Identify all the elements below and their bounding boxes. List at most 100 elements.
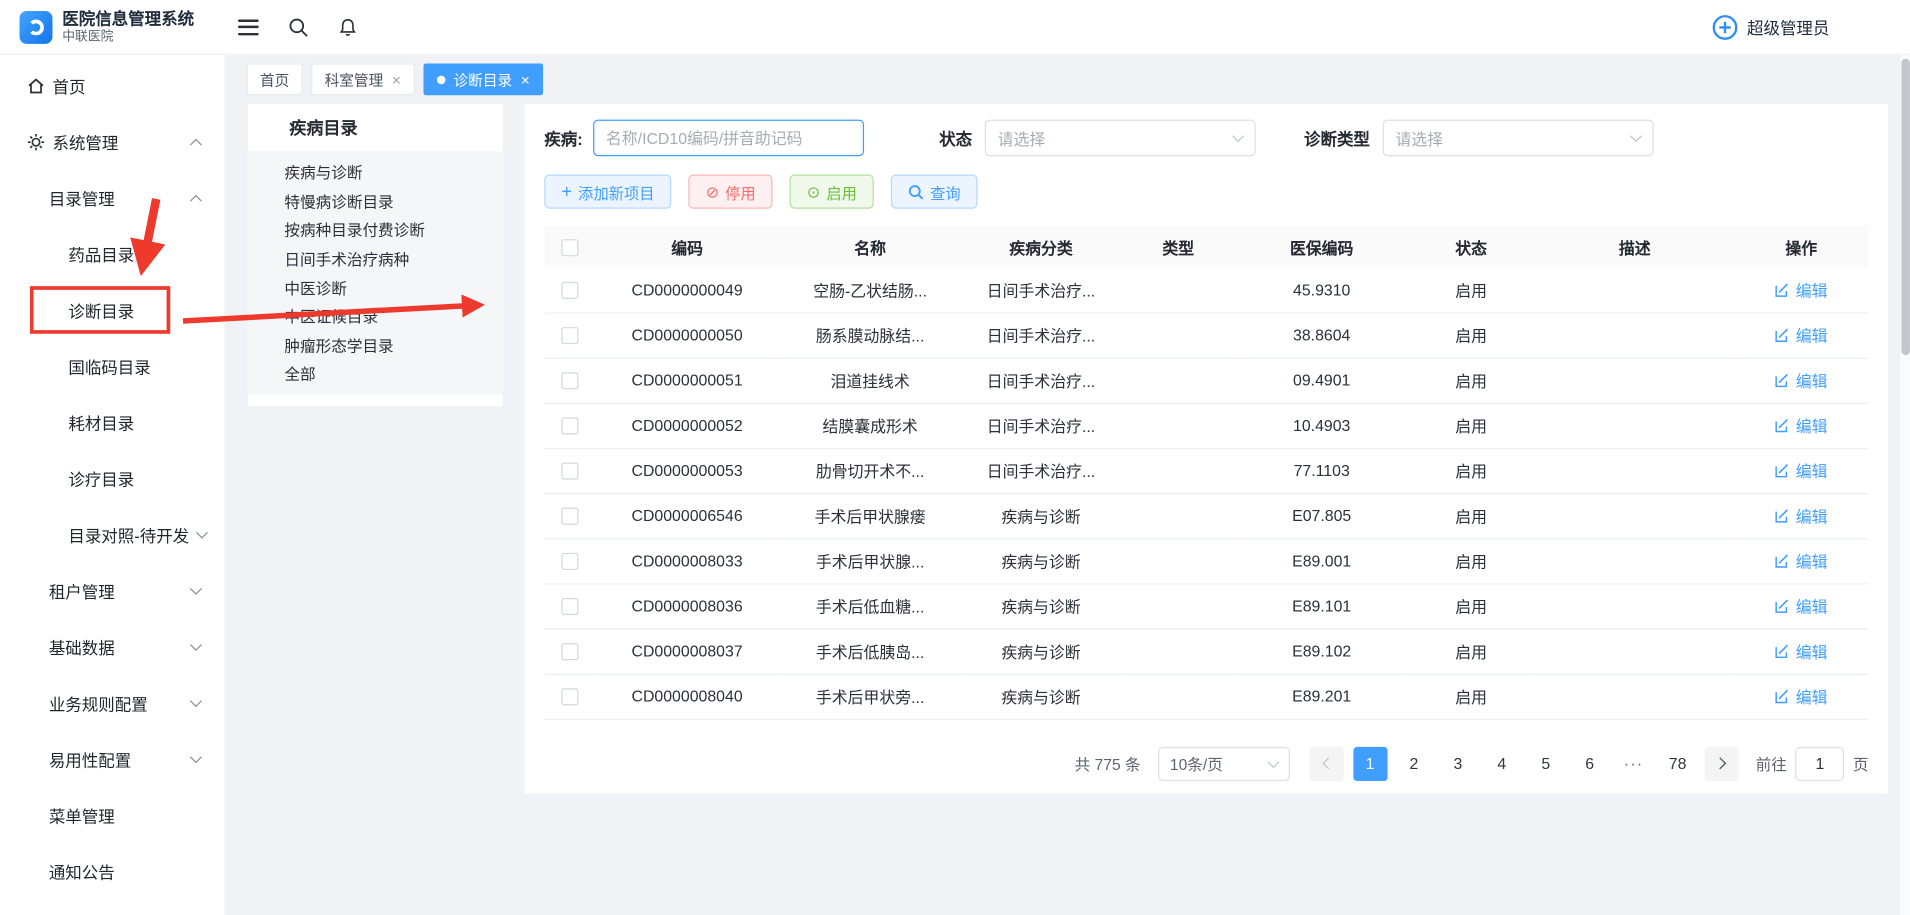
edit-button[interactable]: 编辑 [1775,369,1827,392]
category-item[interactable]: 中医证候目录 [248,301,503,330]
page-button-1[interactable]: 1 [1353,746,1387,780]
add-item-button[interactable]: + 添加新项目 [544,175,671,209]
sidebar-item-base-data[interactable]: 基础数据 [0,619,225,675]
sidebar-item-treatment-catalog[interactable]: 诊疗目录 [0,450,225,506]
prev-page-button[interactable] [1309,746,1343,780]
edit-button[interactable]: 编辑 [1775,278,1827,301]
edit-button[interactable]: 编辑 [1775,504,1827,527]
search-icon [288,16,309,37]
diagnosis-type-select[interactable]: 请选择 [1382,120,1653,157]
edit-button[interactable]: 编辑 [1775,549,1827,572]
pagination-ellipsis[interactable]: ··· [1617,746,1651,780]
cell-code: CD0000008033 [596,538,779,583]
page-button-3[interactable]: 3 [1441,746,1475,780]
edit-button[interactable]: 编辑 [1775,685,1827,708]
query-button[interactable]: 查询 [891,175,978,209]
cell-category: 日间手术治疗... [962,403,1121,448]
table-header-row: 编码 名称 疾病分类 类型 医保编码 状态 描述 操作 [544,226,1868,267]
row-checkbox[interactable] [561,327,578,344]
sidebar-item-catalog-mgmt[interactable]: 目录管理 [0,170,225,226]
sidebar-item-menu-mgmt[interactable]: 菜单管理 [0,787,225,843]
menu-collapse-button[interactable] [238,19,259,35]
edit-button[interactable]: 编辑 [1775,639,1827,662]
sidebar-item-business-rules[interactable]: 业务规则配置 [0,675,225,731]
user-menu[interactable]: 超级管理员 [1710,13,1829,41]
row-checkbox[interactable] [561,418,578,435]
row-checkbox[interactable] [561,282,578,299]
circle-check-icon: ⊙ [807,184,820,200]
disable-button[interactable]: ⊘ 停用 [689,175,773,209]
page-size-value: 10条/页 [1170,752,1223,775]
sidebar-item-label: 通知公告 [49,859,115,883]
edit-icon [1775,417,1791,433]
category-item[interactable]: 特慢病诊断目录 [248,186,503,215]
sidebar-item-system-mgmt[interactable]: 系统管理 [0,113,225,169]
cell-code: CD0000008040 [596,674,779,719]
sidebar-item-notice[interactable]: 通知公告 [0,843,225,899]
sidebar-item-diagnosis-catalog[interactable]: 诊断目录 [0,282,225,338]
sidebar-item-consumable-catalog[interactable]: 耗材目录 [0,394,225,450]
page-size-select[interactable]: 10条/页 [1158,746,1290,780]
cell-status: 启用 [1407,583,1535,628]
sidebar-item-drug-catalog[interactable]: 药品目录 [0,226,225,282]
notification-button[interactable] [338,16,358,37]
category-item[interactable]: 肿瘤形态学目录 [248,330,503,359]
cell-category: 日间手术治疗... [962,448,1121,493]
sidebar-item-label: 耗材目录 [68,410,134,434]
edit-button[interactable]: 编辑 [1775,459,1827,482]
medical-plus-icon [1710,13,1738,41]
cell-status: 启用 [1407,538,1535,583]
chevron-left-icon [1322,757,1334,769]
edit-button[interactable]: 编辑 [1775,323,1827,346]
diagnosis-type-select-value: 请选择 [1396,126,1444,149]
cell-type [1120,674,1236,719]
close-icon[interactable]: × [392,71,401,87]
row-checkbox[interactable] [561,553,578,570]
row-checkbox[interactable] [561,373,578,390]
goto-page-input[interactable] [1795,746,1844,780]
category-item[interactable]: 疾病与诊断 [248,157,503,186]
page-button-4[interactable]: 4 [1485,746,1519,780]
cell-status: 启用 [1407,493,1535,538]
edit-label: 编辑 [1796,685,1828,708]
cell-name: 泪道挂线术 [779,358,962,403]
sidebar-item-tenant-mgmt[interactable]: 租户管理 [0,563,225,619]
category-item[interactable]: 按病种目录付费诊断 [248,215,503,244]
disease-search-input[interactable] [593,120,864,157]
sidebar-item-national-code-catalog[interactable]: 国临码目录 [0,338,225,394]
category-item[interactable]: 全部 [248,359,503,388]
edit-button[interactable]: 编辑 [1775,414,1827,437]
cell-name: 结膜囊成形术 [779,403,962,448]
page-button-6[interactable]: 6 [1573,746,1607,780]
sidebar-item-catalog-compare[interactable]: 目录对照-待开发 [0,506,225,562]
page-unit-label: 页 [1853,752,1869,775]
col-type: 类型 [1120,226,1236,267]
tab-home[interactable]: 首页 [247,63,303,95]
row-checkbox[interactable] [561,643,578,660]
category-item[interactable]: 日间手术治疗病种 [248,244,503,273]
page-button-2[interactable]: 2 [1397,746,1431,780]
row-checkbox[interactable] [561,463,578,480]
row-checkbox[interactable] [561,689,578,706]
next-page-button[interactable] [1704,746,1738,780]
category-item[interactable]: 中医诊断 [248,273,503,302]
scrollbar-track[interactable] [1899,55,1910,915]
select-all-checkbox[interactable] [561,239,578,256]
row-checkbox[interactable] [561,508,578,525]
header-search-button[interactable] [288,16,309,37]
row-checkbox[interactable] [561,598,578,615]
tab-diagnosis-catalog[interactable]: 诊断目录 × [423,63,543,95]
enable-button[interactable]: ⊙ 启用 [790,175,874,209]
edit-button[interactable]: 编辑 [1775,594,1827,617]
tab-department-mgmt[interactable]: 科室管理 × [311,63,414,95]
sidebar-item-usability-config[interactable]: 易用性配置 [0,731,225,787]
scrollbar-thumb[interactable] [1901,59,1910,356]
close-icon[interactable]: × [521,71,530,87]
page-button-78[interactable]: 78 [1660,746,1694,780]
sidebar-item-label: 业务规则配置 [49,691,148,715]
sidebar-item-home[interactable]: 首页 [0,57,225,113]
edit-label: 编辑 [1796,504,1828,527]
status-select[interactable]: 请选择 [984,120,1255,157]
page-button-5[interactable]: 5 [1529,746,1563,780]
cell-status: 启用 [1407,312,1535,357]
